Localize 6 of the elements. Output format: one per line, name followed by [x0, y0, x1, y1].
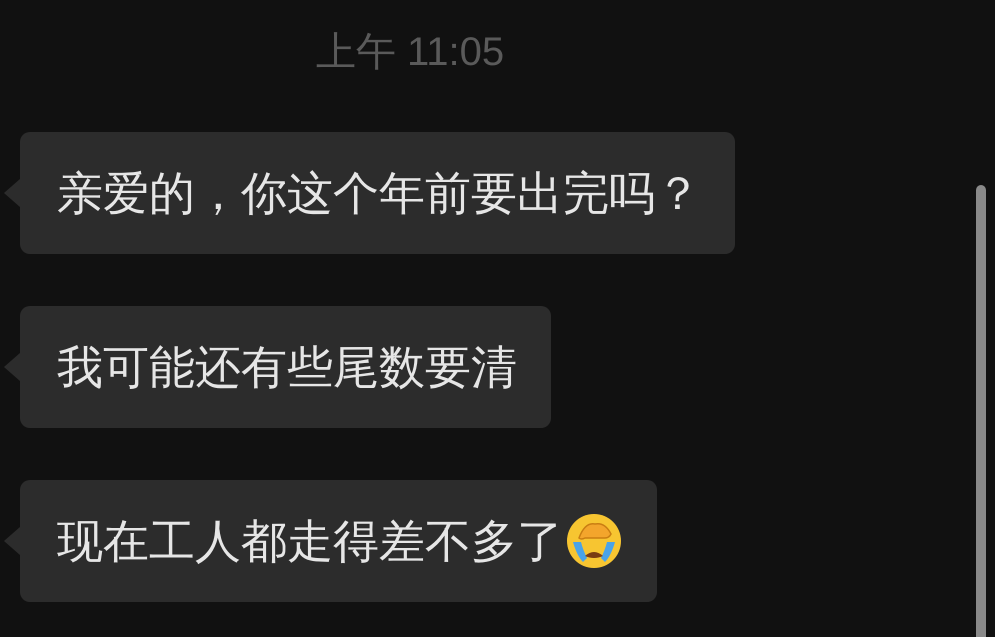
message-text: 我可能还有些尾数要清 [57, 340, 517, 395]
crying-face-icon [565, 512, 623, 570]
scrollbar[interactable] [976, 185, 986, 637]
message-text: 亲爱的，你这个年前要出完吗？ [57, 166, 701, 221]
timestamp: 上午 11:05 [316, 29, 504, 76]
message-text: 现在工人都走得差不多了 [57, 514, 563, 569]
